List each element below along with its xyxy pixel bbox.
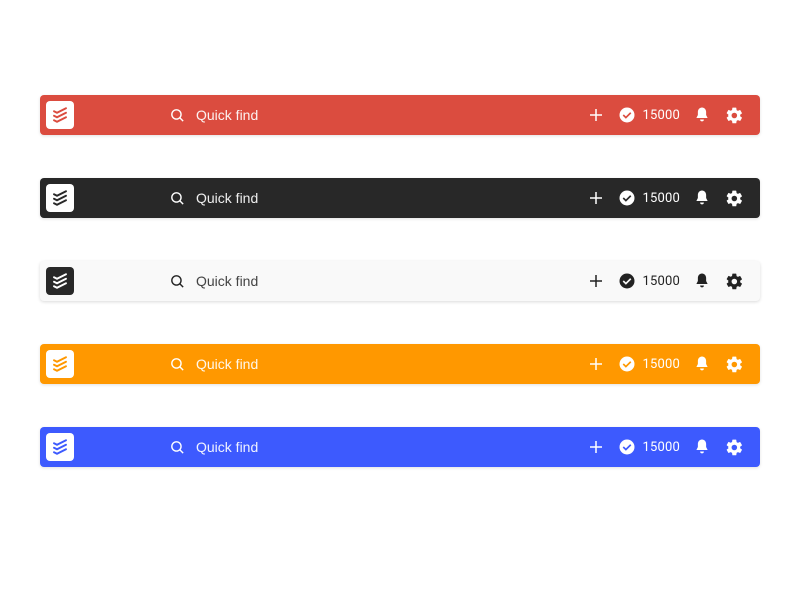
app-logo[interactable] <box>46 350 74 378</box>
search-box[interactable] <box>169 107 316 124</box>
karma-count: 15000 <box>642 357 680 372</box>
settings-button[interactable] <box>718 431 750 463</box>
app-logo[interactable] <box>46 433 74 461</box>
toolbar-right: 15000 <box>580 348 760 380</box>
notifications-button[interactable] <box>686 182 718 214</box>
plus-icon <box>587 355 605 373</box>
toolbar-right: 15000 <box>580 182 760 214</box>
search-icon <box>169 190 186 207</box>
search-input[interactable] <box>196 356 316 372</box>
settings-button[interactable] <box>718 348 750 380</box>
check-circle-icon <box>618 106 636 124</box>
settings-button[interactable] <box>718 99 750 131</box>
app-toolbar: 15000 <box>40 427 760 467</box>
check-circle-icon <box>618 355 636 373</box>
notifications-button[interactable] <box>686 348 718 380</box>
toolbar-right: 15000 <box>580 265 760 297</box>
search-input[interactable] <box>196 439 316 455</box>
productivity-button[interactable]: 15000 <box>612 106 686 124</box>
search-box[interactable] <box>169 190 316 207</box>
productivity-button[interactable]: 15000 <box>612 438 686 456</box>
settings-button[interactable] <box>718 265 750 297</box>
search-input[interactable] <box>196 107 316 123</box>
search-box[interactable] <box>169 273 316 290</box>
search-box[interactable] <box>169 439 316 456</box>
gear-icon <box>725 272 744 291</box>
app-toolbar: 15000 <box>40 178 760 218</box>
search-icon <box>169 439 186 456</box>
add-button[interactable] <box>580 348 612 380</box>
todoist-logo-icon <box>51 438 69 456</box>
search-icon <box>169 356 186 373</box>
check-circle-icon <box>618 272 636 290</box>
bell-icon <box>693 272 711 290</box>
gear-icon <box>725 106 744 125</box>
gear-icon <box>725 189 744 208</box>
add-button[interactable] <box>580 182 612 214</box>
notifications-button[interactable] <box>686 99 718 131</box>
karma-count: 15000 <box>642 191 680 206</box>
search-icon <box>169 107 186 124</box>
bell-icon <box>693 438 711 456</box>
plus-icon <box>587 189 605 207</box>
app-toolbar: 15000 <box>40 261 760 301</box>
karma-count: 15000 <box>642 108 680 123</box>
todoist-logo-icon <box>51 106 69 124</box>
todoist-logo-icon <box>51 355 69 373</box>
gear-icon <box>725 438 744 457</box>
todoist-logo-icon <box>51 189 69 207</box>
app-logo[interactable] <box>46 184 74 212</box>
app-logo[interactable] <box>46 267 74 295</box>
bell-icon <box>693 106 711 124</box>
check-circle-icon <box>618 189 636 207</box>
settings-button[interactable] <box>718 182 750 214</box>
notifications-button[interactable] <box>686 265 718 297</box>
todoist-logo-icon <box>51 272 69 290</box>
app-toolbar: 15000 <box>40 95 760 135</box>
check-circle-icon <box>618 438 636 456</box>
toolbar-right: 15000 <box>580 431 760 463</box>
notifications-button[interactable] <box>686 431 718 463</box>
search-input[interactable] <box>196 273 316 289</box>
add-button[interactable] <box>580 431 612 463</box>
gear-icon <box>725 355 744 374</box>
plus-icon <box>587 272 605 290</box>
search-input[interactable] <box>196 190 316 206</box>
app-toolbar: 15000 <box>40 344 760 384</box>
productivity-button[interactable]: 15000 <box>612 189 686 207</box>
add-button[interactable] <box>580 99 612 131</box>
app-logo[interactable] <box>46 101 74 129</box>
productivity-button[interactable]: 15000 <box>612 272 686 290</box>
search-icon <box>169 273 186 290</box>
search-box[interactable] <box>169 356 316 373</box>
karma-count: 15000 <box>642 274 680 289</box>
add-button[interactable] <box>580 265 612 297</box>
toolbar-right: 15000 <box>580 99 760 131</box>
productivity-button[interactable]: 15000 <box>612 355 686 373</box>
karma-count: 15000 <box>642 440 680 455</box>
plus-icon <box>587 106 605 124</box>
bell-icon <box>693 189 711 207</box>
bell-icon <box>693 355 711 373</box>
plus-icon <box>587 438 605 456</box>
